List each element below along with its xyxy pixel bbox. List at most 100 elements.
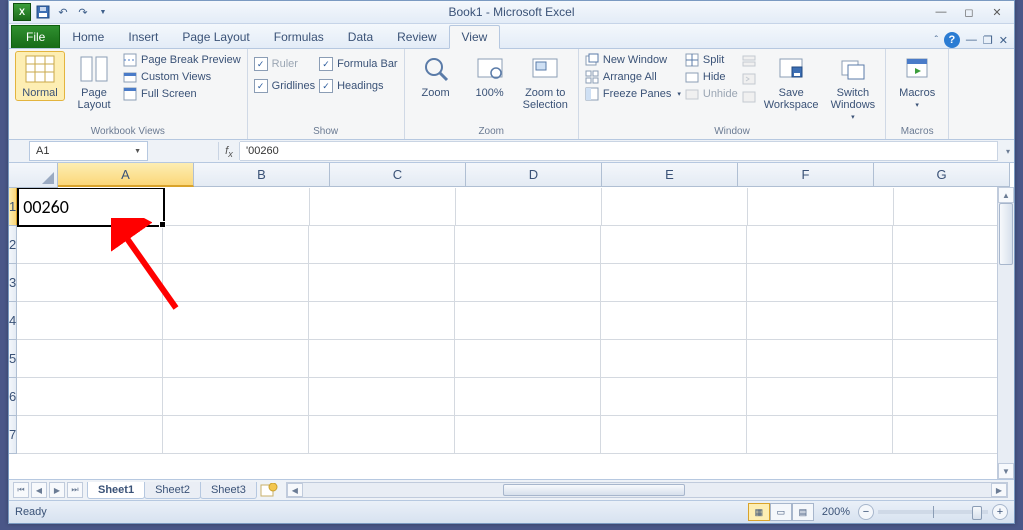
column-header-d[interactable]: D bbox=[466, 163, 602, 187]
tab-page-layout[interactable]: Page Layout bbox=[170, 26, 261, 48]
cell[interactable] bbox=[309, 416, 455, 454]
row-header-5[interactable]: 5 bbox=[9, 340, 17, 378]
cell[interactable] bbox=[601, 416, 747, 454]
cell[interactable] bbox=[893, 378, 1014, 416]
column-header-g[interactable]: G bbox=[874, 163, 1010, 187]
cell[interactable] bbox=[601, 264, 747, 302]
cell[interactable] bbox=[310, 188, 456, 226]
normal-view-status-icon[interactable]: ▦ bbox=[748, 503, 770, 521]
cell[interactable] bbox=[747, 302, 893, 340]
arrange-all-button[interactable]: Arrange All bbox=[585, 70, 681, 84]
cell[interactable] bbox=[309, 340, 455, 378]
cell[interactable] bbox=[17, 416, 163, 454]
cell[interactable] bbox=[601, 226, 747, 264]
cell[interactable] bbox=[748, 188, 894, 226]
sheet-tab-2[interactable]: Sheet2 bbox=[144, 482, 201, 499]
page-layout-status-icon[interactable]: ▭ bbox=[770, 503, 792, 521]
cell[interactable] bbox=[455, 302, 601, 340]
new-window-button[interactable]: New Window bbox=[585, 53, 681, 67]
column-header-c[interactable]: C bbox=[330, 163, 466, 187]
tab-data[interactable]: Data bbox=[336, 26, 385, 48]
cell[interactable] bbox=[601, 302, 747, 340]
cell[interactable] bbox=[747, 340, 893, 378]
cell[interactable] bbox=[163, 226, 309, 264]
cell[interactable] bbox=[163, 302, 309, 340]
cell[interactable] bbox=[309, 264, 455, 302]
full-screen-button[interactable]: Full Screen bbox=[123, 87, 241, 101]
column-header-b[interactable]: B bbox=[194, 163, 330, 187]
cell[interactable] bbox=[163, 378, 309, 416]
sheet-tab-1[interactable]: Sheet1 bbox=[87, 482, 145, 499]
column-header-a[interactable]: A bbox=[58, 163, 194, 187]
workbook-restore-icon[interactable]: ❐ bbox=[983, 34, 993, 47]
close-button[interactable]: ✕ bbox=[984, 4, 1010, 20]
zoom-button[interactable]: Zoom bbox=[411, 51, 461, 101]
cell[interactable] bbox=[893, 264, 1014, 302]
sheet-nav-first-icon[interactable]: ⏮ bbox=[13, 482, 29, 498]
minimize-ribbon-icon[interactable]: ˆ bbox=[935, 35, 938, 46]
cell[interactable] bbox=[456, 188, 602, 226]
tab-insert[interactable]: Insert bbox=[116, 26, 170, 48]
gridlines-checkbox[interactable]: ✓Gridlines bbox=[254, 79, 315, 93]
cell[interactable] bbox=[747, 378, 893, 416]
switch-windows-button[interactable]: Switch Windows▾ bbox=[827, 51, 880, 123]
cell[interactable] bbox=[747, 226, 893, 264]
zoom-out-button[interactable]: − bbox=[858, 504, 874, 520]
cell[interactable] bbox=[17, 264, 163, 302]
page-break-status-icon[interactable]: ▤ bbox=[792, 503, 814, 521]
cell-a1[interactable]: 00260 bbox=[18, 188, 164, 226]
expand-formula-bar-icon[interactable]: ▾ bbox=[1002, 147, 1014, 156]
redo-icon[interactable]: ↷ bbox=[75, 4, 91, 20]
zoom-in-button[interactable]: + bbox=[992, 504, 1008, 520]
chevron-down-icon[interactable]: ▼ bbox=[134, 148, 141, 155]
tab-view[interactable]: View bbox=[449, 25, 501, 49]
formula-bar-checkbox[interactable]: ✓Formula Bar bbox=[319, 57, 398, 71]
cell[interactable] bbox=[601, 340, 747, 378]
tab-review[interactable]: Review bbox=[385, 26, 448, 48]
cell[interactable] bbox=[893, 302, 1014, 340]
freeze-panes-button[interactable]: Freeze Panes▾ bbox=[585, 87, 681, 101]
scroll-thumb[interactable] bbox=[999, 203, 1013, 265]
cell[interactable] bbox=[309, 302, 455, 340]
cell[interactable] bbox=[309, 378, 455, 416]
name-box[interactable]: A1▼ bbox=[29, 141, 148, 161]
cell[interactable] bbox=[747, 264, 893, 302]
scroll-thumb[interactable] bbox=[503, 484, 685, 496]
sheet-nav-last-icon[interactable]: ⏭ bbox=[67, 482, 83, 498]
zoom-slider-thumb[interactable] bbox=[972, 506, 982, 520]
row-header-6[interactable]: 6 bbox=[9, 378, 17, 416]
cell[interactable] bbox=[17, 340, 163, 378]
zoom-100-button[interactable]: 100% bbox=[465, 51, 515, 101]
cell[interactable] bbox=[455, 226, 601, 264]
macros-button[interactable]: Macros▾ bbox=[892, 51, 942, 111]
cell[interactable] bbox=[17, 378, 163, 416]
qat-dropdown-icon[interactable]: ▼ bbox=[95, 4, 111, 20]
formula-input[interactable]: '00260 bbox=[240, 141, 998, 161]
zoom-percentage[interactable]: 200% bbox=[822, 506, 850, 518]
cell[interactable] bbox=[601, 378, 747, 416]
zoom-slider[interactable] bbox=[878, 510, 988, 514]
maximize-button[interactable]: ◻ bbox=[956, 4, 982, 20]
split-button[interactable]: Split bbox=[685, 53, 738, 67]
excel-icon[interactable]: X bbox=[13, 3, 31, 21]
sheet-nav-prev-icon[interactable]: ◀ bbox=[31, 482, 47, 498]
sheet-nav-next-icon[interactable]: ▶ bbox=[49, 482, 65, 498]
new-sheet-button[interactable] bbox=[260, 483, 280, 497]
zoom-to-selection-button[interactable]: Zoom to Selection bbox=[519, 51, 572, 113]
workbook-close-icon[interactable]: ✕ bbox=[999, 34, 1008, 47]
column-header-f[interactable]: F bbox=[738, 163, 874, 187]
row-header-7[interactable]: 7 bbox=[9, 416, 17, 454]
row-header-4[interactable]: 4 bbox=[9, 302, 17, 340]
column-header-e[interactable]: E bbox=[602, 163, 738, 187]
scroll-left-icon[interactable]: ◀ bbox=[287, 483, 303, 497]
vertical-scrollbar[interactable]: ▲ ▼ bbox=[997, 187, 1014, 479]
fx-button[interactable]: fx bbox=[218, 142, 240, 160]
headings-checkbox[interactable]: ✓Headings bbox=[319, 79, 398, 93]
cell[interactable] bbox=[309, 226, 455, 264]
scroll-up-icon[interactable]: ▲ bbox=[998, 187, 1014, 203]
normal-view-button[interactable]: Normal bbox=[15, 51, 65, 101]
cell[interactable] bbox=[17, 302, 163, 340]
tab-formulas[interactable]: Formulas bbox=[262, 26, 336, 48]
save-icon[interactable] bbox=[35, 4, 51, 20]
horizontal-scrollbar[interactable]: ◀ ▶ bbox=[286, 482, 1008, 498]
